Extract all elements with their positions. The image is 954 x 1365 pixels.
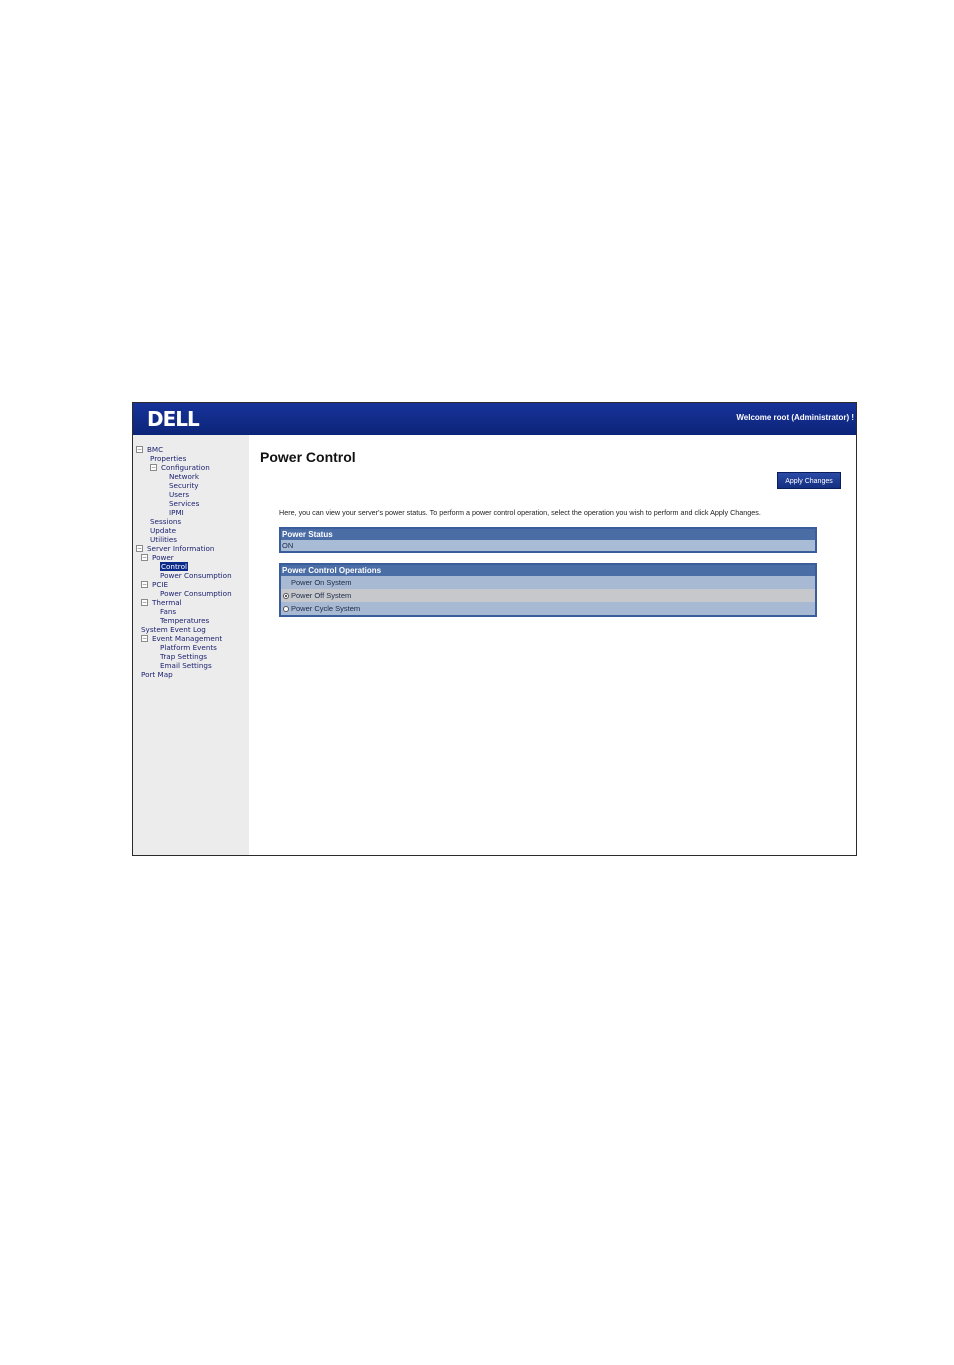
tree-node-security[interactable]: Security (169, 481, 199, 490)
tree-node-configuration[interactable]: − Configuration (150, 463, 210, 472)
tree-node-thermal[interactable]: − Thermal (141, 598, 182, 607)
main-content: Power Control Apply Changes Here, you ca… (249, 435, 856, 855)
tree-node-utilities[interactable]: Utilities (150, 535, 177, 544)
tree-node-users[interactable]: Users (169, 490, 189, 499)
tree-node-services[interactable]: Services (169, 499, 199, 508)
tree-node-fans[interactable]: Fans (160, 607, 176, 616)
tree-node-power[interactable]: − Power (141, 553, 174, 562)
power-status-panel: Power Status ON (279, 527, 817, 553)
header-bar: DELL Welcome root (Administrator) ! (133, 403, 856, 435)
tree-node-sessions[interactable]: Sessions (150, 517, 181, 526)
tree-node-power-consumption[interactable]: Power Consumption (160, 571, 232, 580)
tree-node-control[interactable]: Control (160, 562, 188, 571)
tree-node-trap-settings[interactable]: Trap Settings (160, 652, 207, 661)
power-status-value: ON (281, 540, 815, 551)
tree-node-pcie[interactable]: − PCIE (141, 580, 168, 589)
collapse-icon[interactable]: − (141, 554, 148, 561)
tree-node-network[interactable]: Network (169, 472, 199, 481)
option-power-off[interactable]: Power Off System (281, 589, 815, 602)
collapse-icon[interactable]: − (150, 464, 157, 471)
page-title: Power Control (260, 449, 356, 465)
apply-changes-button[interactable]: Apply Changes (777, 472, 841, 489)
power-operations-panel: Power Control Operations Power On System… (279, 563, 817, 617)
tree-node-platform-events[interactable]: Platform Events (160, 643, 217, 652)
power-operations-heading: Power Control Operations (281, 565, 815, 576)
collapse-icon[interactable]: − (141, 635, 148, 642)
tree-node-update[interactable]: Update (150, 526, 176, 535)
radio-power-off[interactable] (283, 592, 289, 599)
tree-node-email-settings[interactable]: Email Settings (160, 661, 212, 670)
bmc-web-window: DELL Welcome root (Administrator) ! − BMC… (132, 402, 857, 856)
tree-node-event-management[interactable]: − Event Management (141, 634, 222, 643)
radio-power-cycle[interactable] (283, 605, 289, 612)
tree-node-ipmi[interactable]: IPMI (169, 508, 184, 517)
tree-node-port-map[interactable]: Port Map (141, 670, 173, 679)
tree-node-temperatures[interactable]: Temperatures (160, 616, 209, 625)
power-status-heading: Power Status (281, 529, 815, 540)
collapse-icon[interactable]: − (141, 581, 148, 588)
collapse-icon[interactable]: − (136, 446, 143, 453)
collapse-icon[interactable]: − (136, 545, 143, 552)
option-power-cycle[interactable]: Power Cycle System (281, 602, 815, 615)
option-power-on: Power On System (281, 576, 815, 589)
tree-node-system-event-log[interactable]: System Event Log (141, 625, 206, 634)
dell-logo: DELL (147, 407, 200, 431)
tree-node-server-information[interactable]: − Server Information (136, 544, 214, 553)
option-label: Power On System (291, 578, 352, 587)
navigation-sidebar: − BMC Properties − Configuration Network S… (133, 435, 249, 855)
page-description: Here, you can view your server's power s… (279, 508, 761, 517)
collapse-icon[interactable]: − (141, 599, 148, 606)
welcome-text: Welcome root (Administrator) ! (736, 413, 854, 422)
tree-node-properties[interactable]: Properties (150, 454, 186, 463)
tree-node-pcie-power-consumption[interactable]: Power Consumption (160, 589, 232, 598)
tree-node-bmc[interactable]: − BMC (136, 445, 163, 454)
option-label: Power Cycle System (291, 604, 361, 613)
option-label: Power Off System (291, 591, 352, 600)
